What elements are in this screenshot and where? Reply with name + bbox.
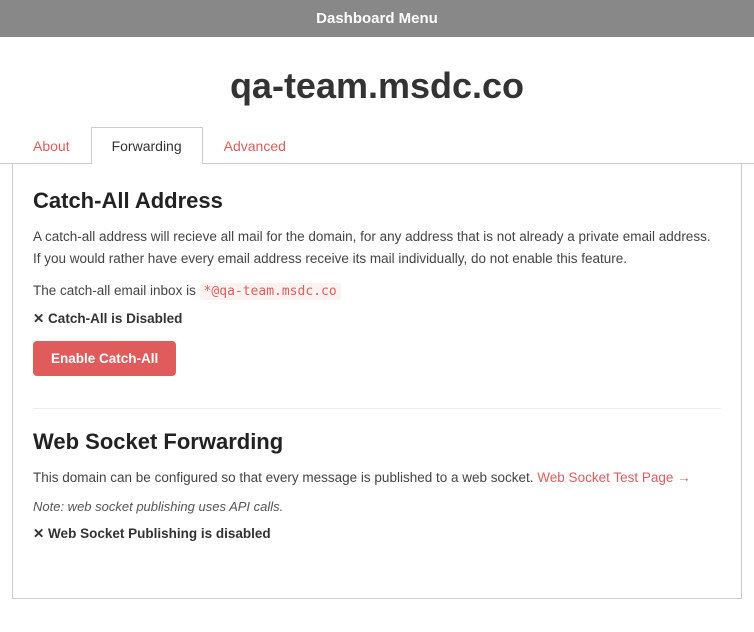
tab-advanced[interactable]: Advanced: [203, 127, 307, 164]
top-bar-label: Dashboard Menu: [316, 10, 438, 27]
catch-all-inbox-address: *@qa-team.msdc.co: [200, 283, 341, 300]
web-socket-title: Web Socket Forwarding: [33, 429, 721, 455]
catch-all-section: Catch-All Address A catch-all address wi…: [33, 188, 721, 376]
web-socket-description: This domain can be configured so that ev…: [33, 467, 721, 489]
web-socket-desc-text: This domain can be configured so that ev…: [33, 470, 534, 485]
section-divider: [33, 408, 721, 409]
web-socket-status: ✕ Web Socket Publishing is disabled: [33, 526, 721, 542]
enable-catch-all-button[interactable]: Enable Catch-All: [33, 341, 176, 376]
tabs: About Forwarding Advanced: [0, 127, 754, 164]
catch-all-description: A catch-all address will recieve all mai…: [33, 226, 721, 269]
catch-all-inbox-line: The catch-all email inbox is *@qa-team.m…: [33, 283, 721, 299]
catch-all-inbox-prefix: The catch-all email inbox is: [33, 283, 196, 298]
web-socket-note: Note: web socket publishing uses API cal…: [33, 499, 721, 514]
tab-forwarding[interactable]: Forwarding: [91, 127, 203, 164]
catch-all-status: ✕ Catch-All is Disabled: [33, 311, 721, 327]
tab-about[interactable]: About: [12, 127, 91, 164]
web-socket-section: Web Socket Forwarding This domain can be…: [33, 429, 721, 542]
top-bar: Dashboard Menu: [0, 0, 754, 37]
content-area: Catch-All Address A catch-all address wi…: [12, 164, 742, 599]
web-socket-test-link[interactable]: Web Socket Test Page →: [537, 470, 690, 485]
catch-all-title: Catch-All Address: [33, 188, 721, 214]
page-title: qa-team.msdc.co: [0, 37, 754, 127]
